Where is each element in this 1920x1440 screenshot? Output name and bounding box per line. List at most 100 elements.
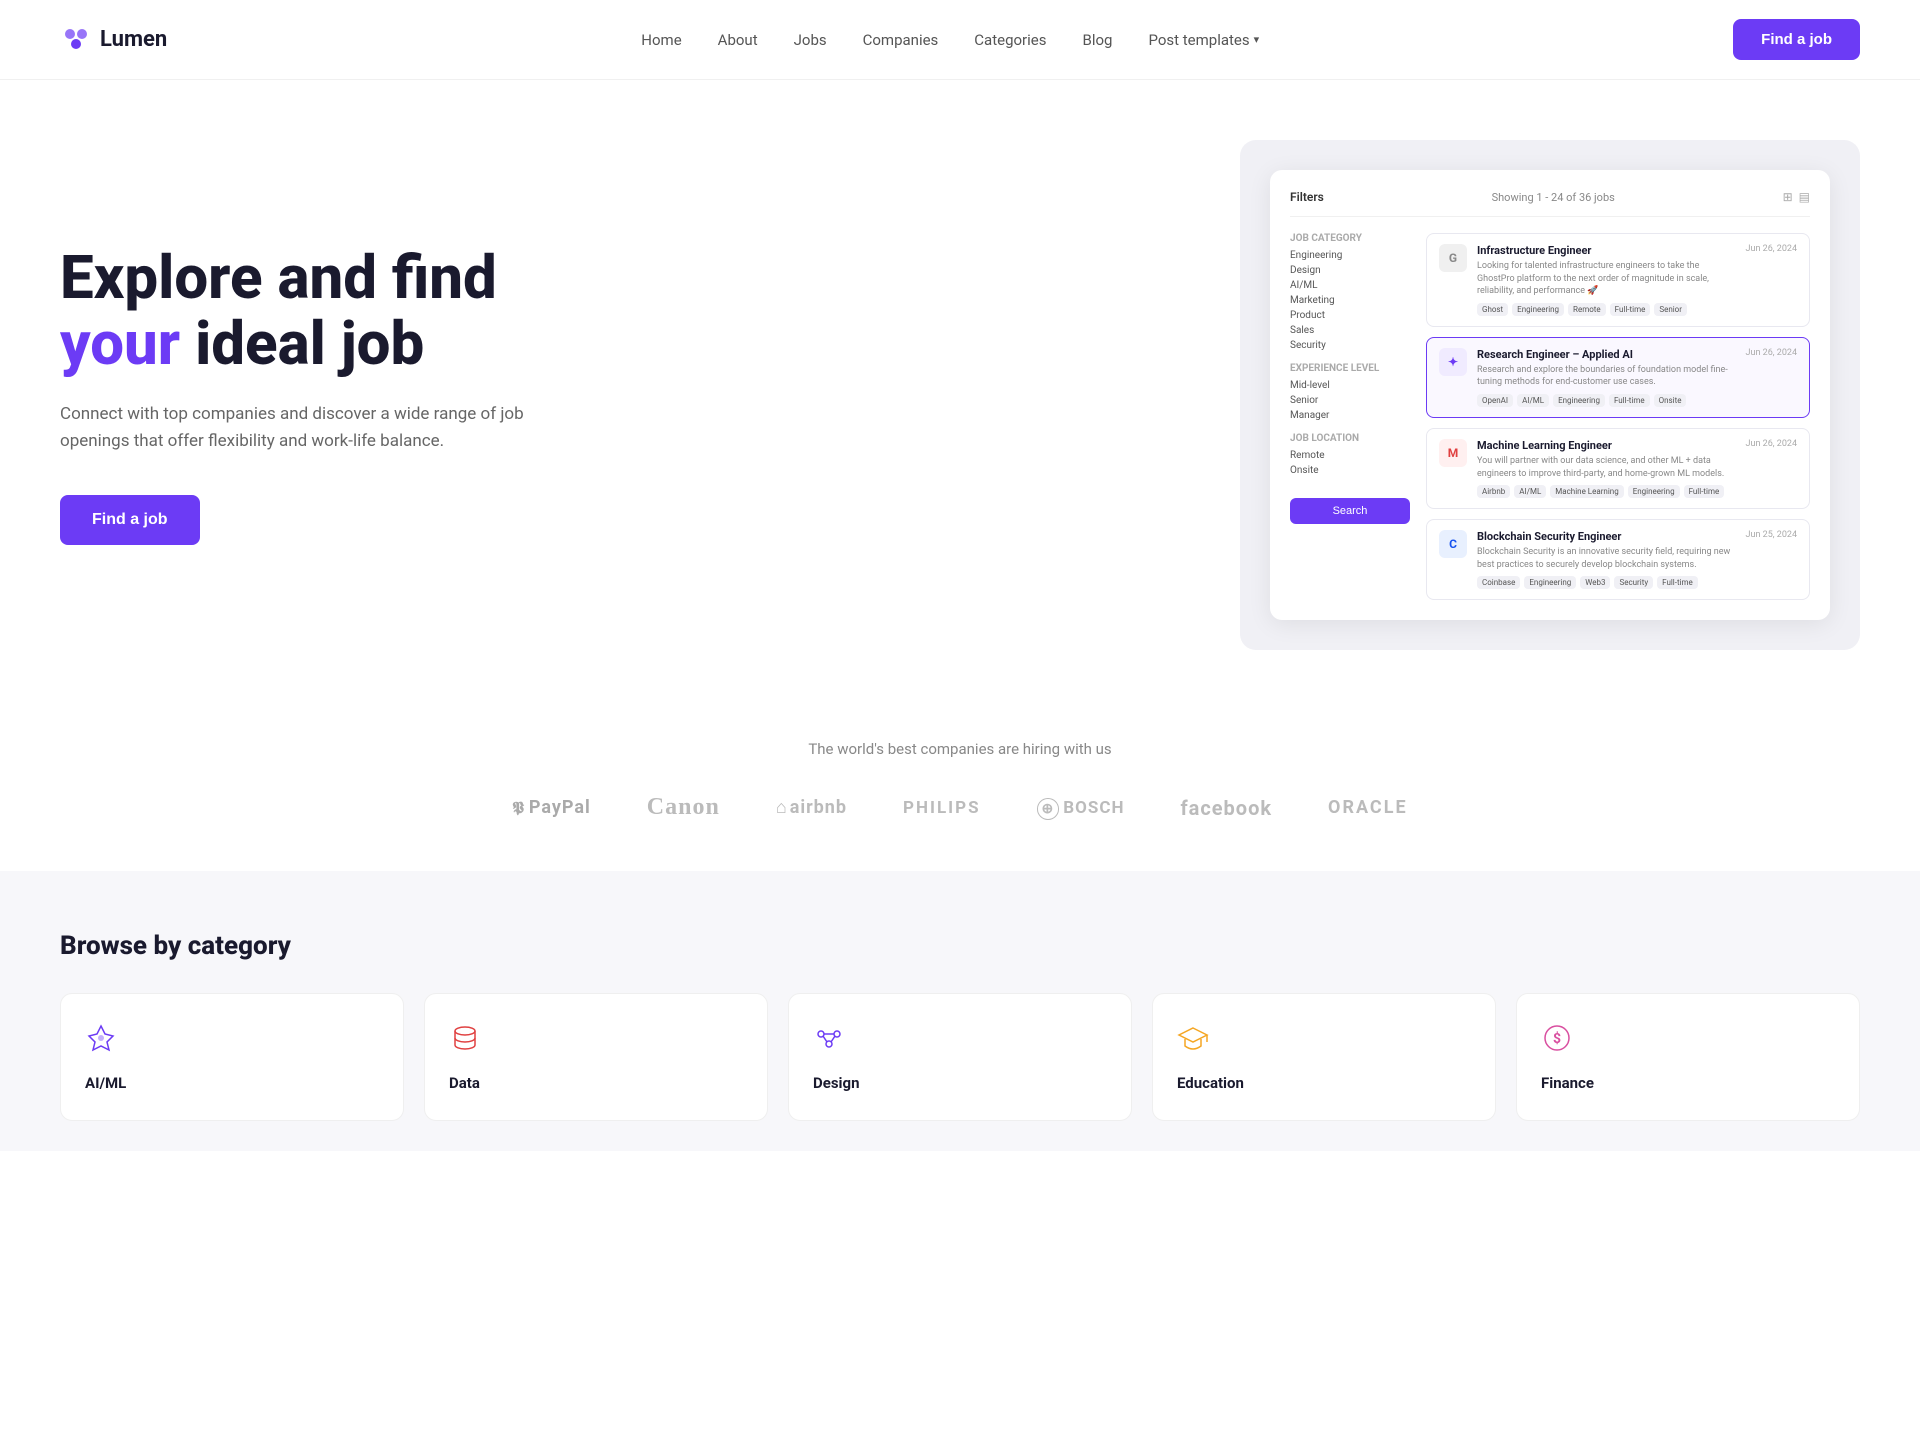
filter-design[interactable]: Design	[1290, 265, 1410, 276]
tag: Coinbase	[1477, 576, 1520, 589]
job-description: Looking for talented infrastructure engi…	[1477, 260, 1736, 298]
mock-search-button[interactable]: Search	[1290, 498, 1410, 524]
hero-section: Explore and find your ideal job Connect …	[0, 80, 1920, 690]
tag: Full-time	[1684, 485, 1725, 498]
job-info: Infrastructure Engineer Looking for tale…	[1477, 244, 1736, 316]
tag: Ghost	[1477, 303, 1508, 316]
category-card-finance[interactable]: $ Finance	[1516, 993, 1860, 1121]
logo-icon	[60, 24, 92, 56]
tag: Senior	[1654, 303, 1687, 316]
tag: Full-time	[1610, 303, 1651, 316]
nav-companies[interactable]: Companies	[863, 31, 939, 49]
filter-midlevel[interactable]: Mid-level	[1290, 380, 1410, 391]
category-card-data[interactable]: Data	[424, 993, 768, 1121]
hero-find-job-button[interactable]: Find a job	[60, 495, 200, 545]
table-row[interactable]: G Infrastructure Engineer Looking for ta…	[1426, 233, 1810, 327]
mock-location-filter: Job location Remote Onsite	[1290, 433, 1410, 476]
tag: Machine Learning	[1550, 485, 1623, 498]
tag: Engineering	[1512, 303, 1564, 316]
brand-facebook: facebook	[1180, 796, 1272, 820]
logo-text: Lumen	[100, 27, 167, 52]
job-description: Blockchain Security is an innovative sec…	[1477, 546, 1736, 571]
brand-paypal: 𝕻PayPal	[512, 797, 590, 818]
nav-post-templates[interactable]: Post templates ▾	[1148, 31, 1259, 49]
tag: Onsite	[1654, 394, 1687, 407]
tag: Web3	[1580, 576, 1610, 589]
mock-jobs-card: Filters Showing 1 - 24 of 36 jobs ⊞ ▤ Jo…	[1270, 170, 1830, 620]
filter-senior[interactable]: Senior	[1290, 395, 1410, 406]
filter-manager[interactable]: Manager	[1290, 410, 1410, 421]
filter-product[interactable]: Product	[1290, 310, 1410, 321]
data-icon	[449, 1022, 481, 1062]
tag: Full-time	[1657, 576, 1698, 589]
job-tags: Airbnb AI/ML Machine Learning Engineerin…	[1477, 485, 1736, 498]
job-date: Jun 26, 2024	[1746, 439, 1797, 449]
hero-content: Explore and find your ideal job Connect …	[60, 245, 580, 545]
brand-oracle: ORACLE	[1328, 797, 1408, 818]
job-date: Jun 25, 2024	[1746, 530, 1797, 540]
brands-subtitle: The world's best companies are hiring wi…	[60, 740, 1860, 758]
hero-subtitle: Connect with top companies and discover …	[60, 401, 580, 455]
hero-illustration: Filters Showing 1 - 24 of 36 jobs ⊞ ▤ Jo…	[1240, 140, 1860, 650]
table-row[interactable]: M Machine Learning Engineer You will par…	[1426, 428, 1810, 509]
logo[interactable]: Lumen	[60, 24, 167, 56]
nav-links: Home About Jobs Companies Categories Blo…	[641, 31, 1259, 49]
mock-location-title: Job location	[1290, 433, 1410, 444]
categories-grid: AI/ML Data	[60, 993, 1860, 1121]
nav-about[interactable]: About	[718, 31, 758, 49]
nav-jobs[interactable]: Jobs	[794, 31, 827, 49]
tag: AI/ML	[1514, 485, 1546, 498]
company-logo: ✦	[1439, 348, 1467, 376]
tag: Engineering	[1628, 485, 1680, 498]
company-logo: G	[1439, 244, 1467, 272]
grid-icon[interactable]: ⊞	[1783, 190, 1793, 204]
job-description: You will partner with our data science, …	[1477, 455, 1736, 480]
filter-engineering[interactable]: Engineering	[1290, 250, 1410, 261]
job-date: Jun 26, 2024	[1746, 348, 1797, 358]
category-name: Education	[1177, 1074, 1244, 1092]
nav-blog[interactable]: Blog	[1082, 31, 1112, 49]
tag: Engineering	[1553, 394, 1605, 407]
job-description: Research and explore the boundaries of f…	[1477, 364, 1736, 389]
category-name: Finance	[1541, 1074, 1594, 1092]
category-card-aiml[interactable]: AI/ML	[60, 993, 404, 1121]
brand-airbnb: ⌂airbnb	[776, 797, 847, 818]
job-title: Blockchain Security Engineer	[1477, 530, 1736, 543]
categories-title: Browse by category	[60, 931, 1860, 961]
category-card-education[interactable]: Education	[1152, 993, 1496, 1121]
navbar-find-job-button[interactable]: Find a job	[1733, 19, 1860, 60]
mock-showing: Showing 1 - 24 of 36 jobs	[1492, 191, 1615, 204]
list-icon[interactable]: ▤	[1799, 190, 1810, 204]
filter-remote[interactable]: Remote	[1290, 450, 1410, 461]
brands-section: The world's best companies are hiring wi…	[0, 690, 1920, 871]
nav-categories[interactable]: Categories	[974, 31, 1046, 49]
filter-sales[interactable]: Sales	[1290, 325, 1410, 336]
filter-aiml[interactable]: AI/ML	[1290, 280, 1410, 291]
filter-onsite[interactable]: Onsite	[1290, 465, 1410, 476]
job-title: Infrastructure Engineer	[1477, 244, 1736, 257]
job-info: Blockchain Security Engineer Blockchain …	[1477, 530, 1736, 589]
category-name: Data	[449, 1074, 480, 1092]
mock-category-title: Job category	[1290, 233, 1410, 244]
hero-title: Explore and find your ideal job	[60, 245, 580, 377]
nav-home[interactable]: Home	[641, 31, 681, 49]
finance-icon: $	[1541, 1022, 1573, 1062]
category-name: Design	[813, 1074, 860, 1092]
table-row[interactable]: C Blockchain Security Engineer Blockchai…	[1426, 519, 1810, 600]
filter-marketing[interactable]: Marketing	[1290, 295, 1410, 306]
brands-list: 𝕻PayPal Canon ⌂airbnb PHILIPS ⊕BOSCH fac…	[60, 794, 1860, 821]
category-card-design[interactable]: Design	[788, 993, 1132, 1121]
category-name: AI/ML	[85, 1074, 126, 1092]
tag: Airbnb	[1477, 485, 1510, 498]
filter-security[interactable]: Security	[1290, 340, 1410, 351]
job-tags: Coinbase Engineering Web3 Security Full-…	[1477, 576, 1736, 589]
navbar: Lumen Home About Jobs Companies Categori…	[0, 0, 1920, 80]
tag: Engineering	[1524, 576, 1576, 589]
job-date: Jun 26, 2024	[1746, 244, 1797, 254]
mock-body: Job category Engineering Design AI/ML Ma…	[1290, 233, 1810, 600]
table-row[interactable]: ✦ Research Engineer – Applied AI Researc…	[1426, 337, 1810, 418]
job-info: Machine Learning Engineer You will partn…	[1477, 439, 1736, 498]
aiml-icon	[85, 1022, 117, 1062]
categories-section: Browse by category AI/ML Data	[0, 871, 1920, 1151]
tag: Remote	[1568, 303, 1606, 316]
